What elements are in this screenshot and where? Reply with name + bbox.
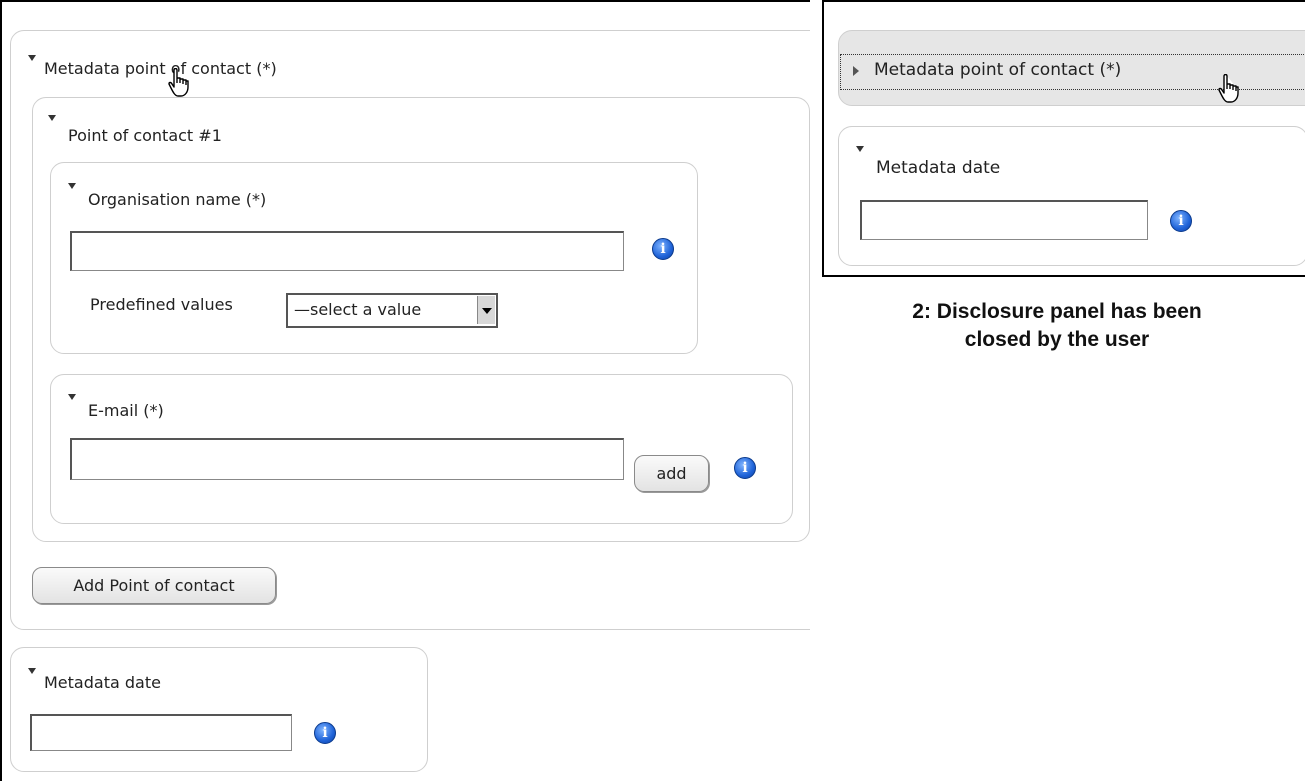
organisation-name-label: Organisation name (*) xyxy=(88,190,267,209)
info-icon[interactable]: i xyxy=(314,722,336,744)
hand-cursor-icon xyxy=(168,68,189,97)
info-icon[interactable]: i xyxy=(1170,210,1192,232)
predefined-values-label: Predefined values xyxy=(90,295,233,314)
metadata-date-panel xyxy=(838,126,1305,266)
metadata-date-label: Metadata date xyxy=(876,158,1001,178)
predefined-values-select[interactable]: —select a value xyxy=(286,293,498,328)
add-email-button[interactable]: add xyxy=(634,455,709,492)
expanded-triangle-icon[interactable] xyxy=(28,668,36,674)
email-label: E-mail (*) xyxy=(88,401,164,420)
email-input[interactable] xyxy=(70,438,624,480)
screenshot-collapsed: Metadata point of contact (*) Metadata d… xyxy=(822,0,1305,277)
metadata-date-input[interactable] xyxy=(860,200,1148,240)
screenshot-expanded: Metadata point of contact (*) Point of c… xyxy=(0,0,810,781)
collapsed-triangle-icon[interactable] xyxy=(853,66,859,76)
metadata-date-label: Metadata date xyxy=(44,673,161,692)
expanded-triangle-icon[interactable] xyxy=(68,394,76,400)
metadata-poc-title[interactable]: Metadata point of contact (*) xyxy=(44,59,277,78)
info-icon[interactable]: i xyxy=(652,238,674,260)
metadata-poc-collapsed-title[interactable]: Metadata point of contact (*) xyxy=(874,60,1121,80)
poc-1-title[interactable]: Point of contact #1 xyxy=(68,126,222,145)
expanded-triangle-icon[interactable] xyxy=(856,146,864,152)
caption: 2: Disclosure panel has been closed by t… xyxy=(822,298,1292,354)
metadata-date-input[interactable] xyxy=(30,714,292,751)
caption-line-1: 2: Disclosure panel has been xyxy=(912,300,1202,323)
hand-cursor-icon xyxy=(1218,74,1239,103)
expanded-triangle-icon[interactable] xyxy=(28,55,36,61)
dropdown-arrow-icon[interactable] xyxy=(477,296,495,324)
add-point-of-contact-button[interactable]: Add Point of contact xyxy=(32,567,276,604)
select-value: —select a value xyxy=(294,300,422,319)
expanded-triangle-icon[interactable] xyxy=(48,115,56,121)
caption-line-2: closed by the user xyxy=(964,328,1150,351)
info-icon[interactable]: i xyxy=(734,457,756,479)
expanded-triangle-icon[interactable] xyxy=(68,183,76,189)
metadata-date-panel xyxy=(10,647,428,772)
organisation-name-input[interactable] xyxy=(70,231,624,271)
